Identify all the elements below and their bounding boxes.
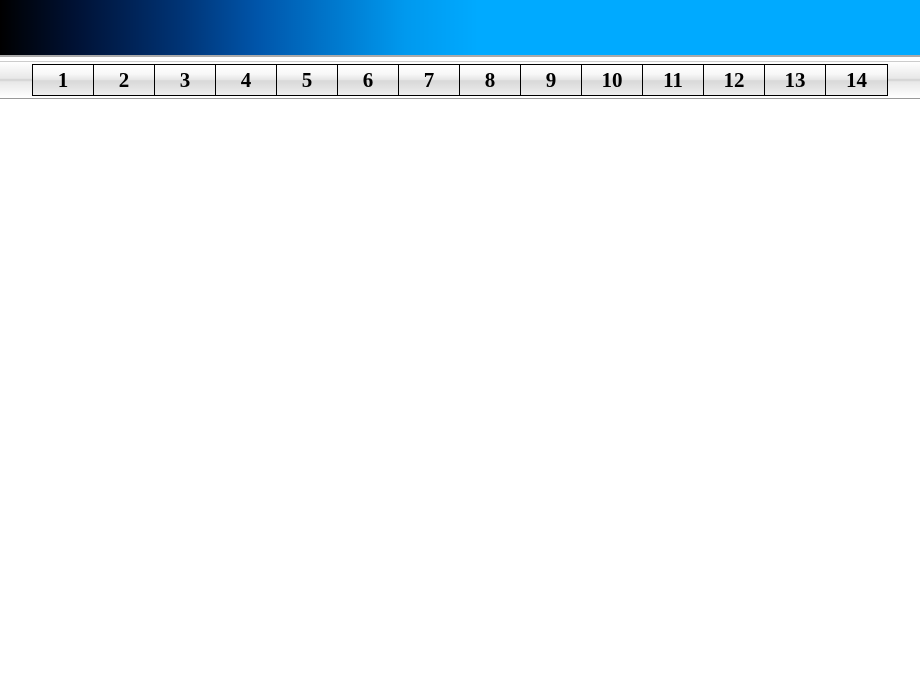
nav-button-14[interactable]: 14 xyxy=(826,65,887,95)
nav-button-2[interactable]: 2 xyxy=(94,65,155,95)
nav-button-8[interactable]: 8 xyxy=(460,65,521,95)
nav-button-5[interactable]: 5 xyxy=(277,65,338,95)
nav-button-6[interactable]: 6 xyxy=(338,65,399,95)
nav-button-4[interactable]: 4 xyxy=(216,65,277,95)
nav-button-7[interactable]: 7 xyxy=(399,65,460,95)
nav-button-9[interactable]: 9 xyxy=(521,65,582,95)
nav-button-3[interactable]: 3 xyxy=(155,65,216,95)
main-content-area xyxy=(0,99,920,690)
navigation-bar: 1 2 3 4 5 6 7 8 9 10 11 12 13 14 xyxy=(0,61,920,99)
nav-button-13[interactable]: 13 xyxy=(765,65,826,95)
nav-button-12[interactable]: 12 xyxy=(704,65,765,95)
nav-buttons-group: 1 2 3 4 5 6 7 8 9 10 11 12 13 14 xyxy=(32,64,888,96)
nav-button-10[interactable]: 10 xyxy=(582,65,643,95)
nav-button-11[interactable]: 11 xyxy=(643,65,704,95)
header-gradient-banner xyxy=(0,0,920,55)
nav-button-1[interactable]: 1 xyxy=(33,65,94,95)
